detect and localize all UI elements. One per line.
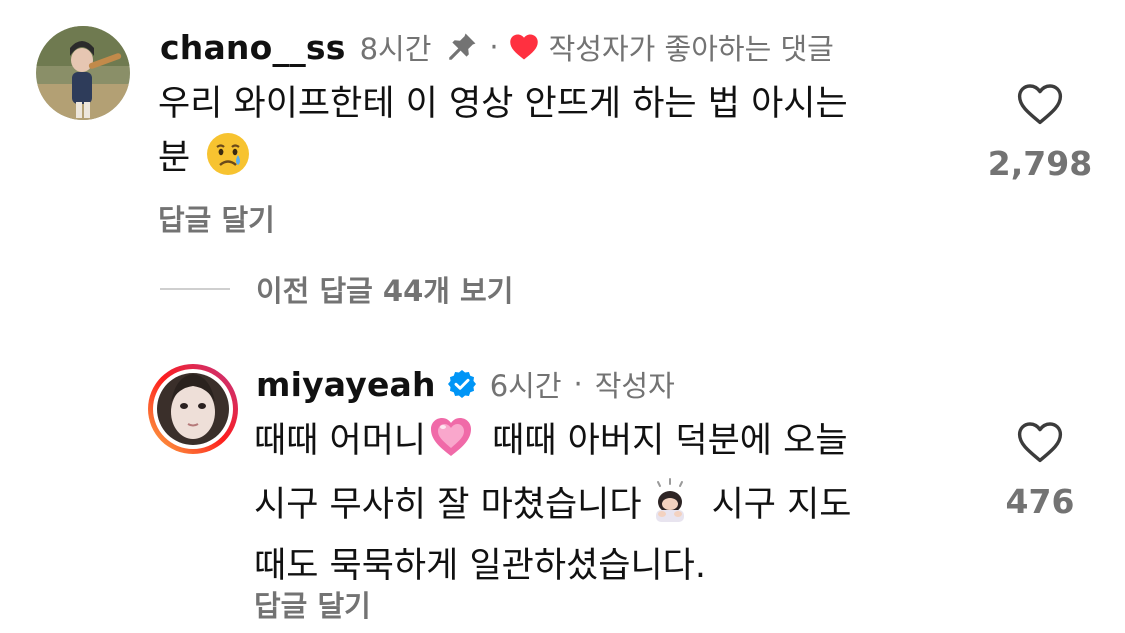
comment-text-line: 때때 어머니 때때 아버지 덕분에 오늘 bbox=[254, 414, 852, 476]
crying-face-emoji-icon bbox=[205, 131, 251, 193]
comment-text-fragment: 시구 무사히 잘 마쳤습니다 bbox=[254, 485, 642, 525]
username[interactable]: miyayeah bbox=[256, 365, 436, 404]
view-replies-label: 이전 답글 44개 보기 bbox=[256, 274, 514, 308]
comment-text-fragment: 시구 지도 bbox=[711, 485, 852, 525]
like-count: 476 bbox=[1005, 482, 1075, 521]
liked-by-author-label: 작성자가 좋아하는 댓글 bbox=[548, 32, 834, 66]
comment-text-line: 우리 와이프한테 이 영상 안뜨게 하는 법 아시는 bbox=[158, 84, 848, 124]
person-bowing-emoji-icon bbox=[646, 476, 694, 540]
pin-icon bbox=[445, 30, 479, 64]
comment-text: 때때 어머니 때때 아버지 덕분에 오늘 시구 무사히 잘 마쳤습니다 시구 지… bbox=[254, 414, 852, 593]
comment-text-line: 시구 무사히 잘 마쳤습니다 시구 지도 bbox=[254, 476, 852, 540]
comment-text-fragment: 때때 어머니 bbox=[254, 421, 427, 461]
like-count: 2,798 bbox=[987, 144, 1093, 183]
growing-heart-emoji-icon bbox=[428, 414, 474, 476]
reply-item: miyayeah 6시간 · 작성자 때때 어머니 때때 아버지 덕분에 오늘 … bbox=[0, 340, 1125, 633]
like-heart-icon[interactable] bbox=[1016, 82, 1064, 130]
separator-dot: · bbox=[489, 30, 499, 64]
comment-time: 6시간 bbox=[489, 369, 562, 403]
divider-line bbox=[160, 288, 230, 290]
heart-icon bbox=[509, 33, 539, 61]
comment-text-fragment: 때때 아버지 덕분에 오늘 bbox=[492, 421, 848, 461]
username[interactable]: chano__ss bbox=[160, 28, 346, 67]
comment-text: 우리 와이프한테 이 영상 안뜨게 하는 법 아시는 분 bbox=[158, 78, 848, 193]
separator-dot: · bbox=[573, 367, 583, 401]
reply-button[interactable]: 답글 달기 bbox=[254, 583, 371, 625]
reply-button[interactable]: 답글 달기 bbox=[158, 197, 275, 239]
comment-header: miyayeah 6시간 · 작성자 bbox=[256, 360, 675, 408]
author-label: 작성자 bbox=[594, 369, 675, 403]
comment-text-fragment: 분 bbox=[158, 138, 191, 178]
view-previous-replies-button[interactable]: 이전 답글 44개 보기 bbox=[160, 267, 513, 311]
like-column: 2,798 bbox=[980, 82, 1100, 183]
like-column: 476 bbox=[980, 420, 1100, 521]
comment-text-line: 분 bbox=[158, 131, 848, 193]
comment-time: 8시간 bbox=[359, 32, 432, 66]
verified-badge-icon bbox=[446, 368, 478, 400]
like-heart-icon[interactable] bbox=[1016, 420, 1064, 468]
avatar[interactable] bbox=[146, 362, 240, 456]
comment-item: chano__ss 8시간 · 작성자가 좋아하는 댓글 우리 와이프한테 이 … bbox=[0, 0, 1125, 260]
avatar[interactable] bbox=[36, 26, 130, 120]
comment-header: chano__ss 8시간 · 작성자가 좋아하는 댓글 bbox=[160, 23, 834, 71]
